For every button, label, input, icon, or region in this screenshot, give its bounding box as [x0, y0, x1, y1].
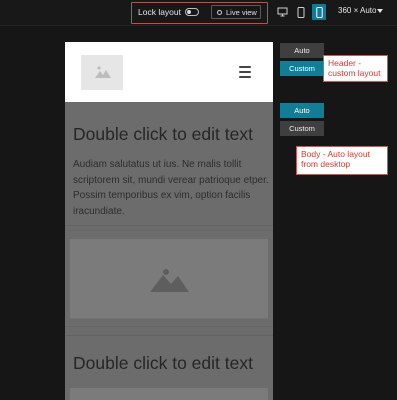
section-divider — [65, 335, 273, 336]
image-placeholder[interactable] — [70, 388, 268, 400]
image-placeholder[interactable] — [70, 239, 268, 319]
page-header[interactable] — [65, 42, 273, 102]
chevron-down-icon — [377, 8, 384, 13]
section-divider — [65, 326, 273, 327]
mobile-view-button[interactable] — [312, 4, 326, 20]
image-placeholder-icon — [95, 66, 111, 78]
desktop-icon — [277, 7, 287, 17]
builder-stage: Lock layout Live view 360 × Auto Double … — [0, 0, 397, 400]
mobile-icon — [315, 6, 323, 18]
lock-layout-toggle[interactable] — [185, 8, 199, 16]
top-toolbar: Lock layout Live view 360 × Auto — [0, 0, 397, 26]
tablet-icon — [297, 6, 305, 18]
header-layout-callout: Header - custom layout — [323, 55, 388, 82]
mobile-page-canvas: Double click to edit text Audiam salutat… — [65, 42, 273, 400]
page-heading[interactable]: Double click to edit text — [73, 124, 253, 145]
toggle-knob — [187, 10, 191, 14]
header-custom-layout-button[interactable]: Custom — [280, 61, 324, 76]
live-view-dot-icon — [217, 10, 222, 15]
logo-placeholder[interactable] — [81, 55, 123, 90]
live-view-button[interactable]: Live view — [211, 5, 261, 19]
viewport-size-select[interactable]: 360 × Auto — [338, 6, 384, 15]
tablet-view-button[interactable] — [295, 4, 307, 20]
hamburger-menu-icon[interactable] — [239, 66, 251, 78]
desktop-view-button[interactable] — [275, 4, 289, 20]
page-heading-secondary[interactable]: Double click to edit text — [73, 353, 253, 374]
live-view-label: Live view — [226, 8, 257, 17]
section-divider — [65, 230, 273, 231]
image-placeholder-icon — [150, 269, 189, 292]
lock-layout-label: Lock layout — [138, 7, 181, 17]
body-auto-layout-button[interactable]: Auto — [280, 103, 324, 118]
body-custom-layout-button[interactable]: Custom — [280, 121, 324, 136]
header-auto-layout-button[interactable]: Auto — [280, 43, 324, 58]
viewport-size-label: 360 × Auto — [338, 6, 377, 15]
section-divider — [65, 225, 273, 226]
body-layout-callout: Body - Auto layout from desktop — [296, 146, 388, 175]
lock-layout-group: Lock layout Live view — [131, 2, 268, 24]
body-paragraph[interactable]: Audiam salutatus ut ius. Ne malis tollit… — [73, 157, 271, 219]
